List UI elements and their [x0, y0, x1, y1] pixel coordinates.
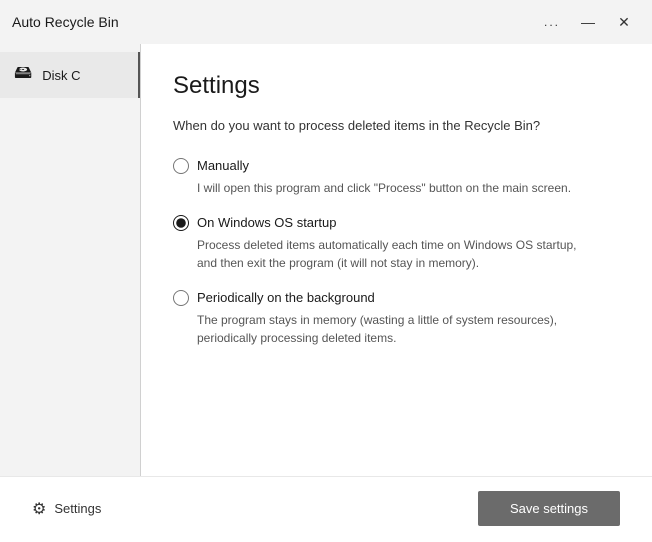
app-title: Auto Recycle Bin	[12, 14, 119, 30]
radio-on-startup-description: Process deleted items automatically each…	[197, 236, 597, 272]
settings-link[interactable]: ⚙ Settings	[32, 499, 101, 519]
disk-icon: 🖴	[14, 60, 32, 90]
radio-manually[interactable]	[173, 158, 189, 174]
page-title: Settings	[173, 72, 620, 100]
title-bar: Auto Recycle Bin ... — ✕	[0, 0, 652, 44]
radio-periodically[interactable]	[173, 290, 189, 306]
radio-manually-description: I will open this program and click "Proc…	[197, 179, 597, 197]
window-controls: ... — ✕	[536, 8, 640, 36]
page-description: When do you want to process deleted item…	[173, 116, 603, 136]
radio-manually-label[interactable]: Manually	[197, 158, 249, 173]
close-button[interactable]: ✕	[608, 8, 640, 36]
radio-periodically-label[interactable]: Periodically on the background	[197, 290, 375, 305]
save-settings-button[interactable]: Save settings	[478, 491, 620, 526]
sidebar-item-label: Disk C	[42, 68, 80, 83]
sidebar-item-disk-c[interactable]: 🖴 Disk C	[0, 52, 140, 98]
radio-on-startup[interactable]	[173, 215, 189, 231]
option-on-startup-row: On Windows OS startup	[173, 215, 620, 231]
option-periodically: Periodically on the background The progr…	[173, 290, 620, 347]
settings-link-label: Settings	[54, 501, 101, 516]
footer: ⚙ Settings Save settings	[0, 476, 652, 542]
main-layout: 🖴 Disk C Settings When do you want to pr…	[0, 44, 652, 476]
radio-group: Manually I will open this program and cl…	[173, 158, 620, 457]
radio-periodically-description: The program stays in memory (wasting a l…	[197, 311, 597, 347]
option-manually: Manually I will open this program and cl…	[173, 158, 620, 197]
more-options-button[interactable]: ...	[536, 8, 568, 36]
sidebar: 🖴 Disk C	[0, 44, 140, 476]
minimize-button[interactable]: —	[572, 8, 604, 36]
gear-icon: ⚙	[32, 499, 46, 519]
main-content: Settings When do you want to process del…	[141, 44, 652, 476]
option-periodically-row: Periodically on the background	[173, 290, 620, 306]
option-manually-row: Manually	[173, 158, 620, 174]
option-on-startup: On Windows OS startup Process deleted it…	[173, 215, 620, 272]
radio-on-startup-label[interactable]: On Windows OS startup	[197, 215, 336, 230]
